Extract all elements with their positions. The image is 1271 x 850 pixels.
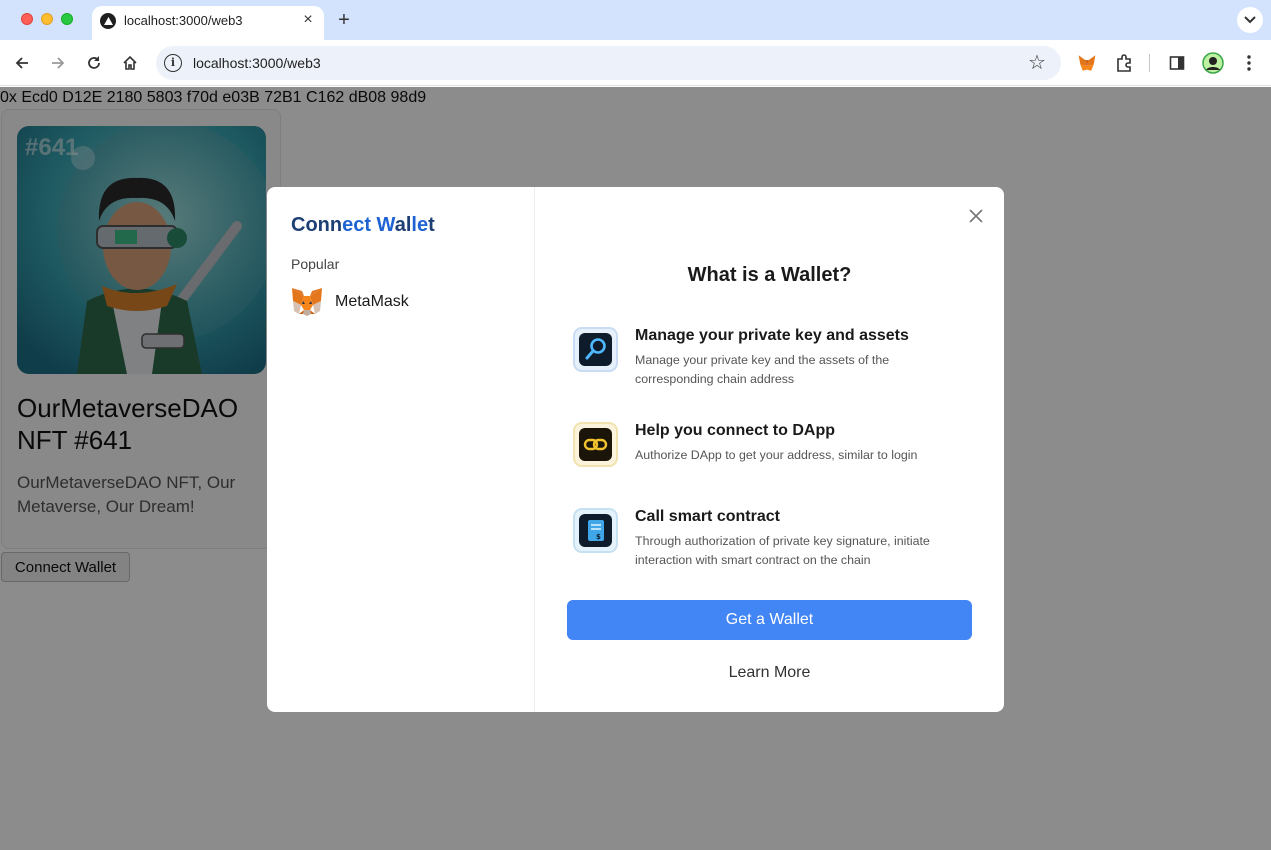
- get-a-wallet-button[interactable]: Get a Wallet: [567, 600, 972, 640]
- browser-tab-bar: localhost:3000/web3 × +: [0, 0, 1271, 40]
- popular-section-label: Popular: [291, 256, 340, 272]
- bookmark-star-icon[interactable]: ☆: [1028, 52, 1046, 74]
- modal-close-button[interactable]: [967, 207, 985, 225]
- key-search-icon: [573, 327, 618, 372]
- url-text[interactable]: localhost:3000/web3: [193, 55, 321, 71]
- wallet-option-label: MetaMask: [335, 293, 409, 310]
- wallet-option-metamask[interactable]: MetaMask: [283, 284, 519, 322]
- feature-title: Manage your private key and assets: [635, 327, 909, 344]
- metamask-extension-icon[interactable]: [1075, 51, 1099, 75]
- nextjs-favicon-icon: [100, 13, 116, 29]
- tab-search-button[interactable]: [1237, 7, 1263, 33]
- svg-text:$: $: [596, 533, 601, 541]
- feature-description: Through authorization of private key sig…: [635, 534, 930, 567]
- feature-description: Authorize DApp to get your address, simi…: [635, 448, 918, 462]
- browser-toolbar: i localhost:3000/web3 ☆: [0, 40, 1271, 86]
- window-zoom-button[interactable]: [61, 13, 73, 25]
- reload-icon: [88, 56, 100, 69]
- window-minimize-button[interactable]: [41, 13, 53, 25]
- forward-button[interactable]: [46, 51, 70, 75]
- arrow-right-icon: [52, 57, 65, 69]
- profile-avatar[interactable]: [1201, 51, 1225, 75]
- site-info-icon[interactable]: i: [164, 54, 182, 72]
- browser-menu-icon[interactable]: [1237, 51, 1261, 75]
- side-panel-icon[interactable]: [1165, 51, 1189, 75]
- reload-button[interactable]: [82, 51, 106, 75]
- home-icon: [123, 55, 137, 70]
- close-icon: [969, 209, 983, 223]
- new-tab-button[interactable]: +: [333, 9, 355, 31]
- extensions-puzzle-icon[interactable]: [1112, 51, 1136, 75]
- home-button[interactable]: [118, 51, 142, 75]
- wallet-info-heading: What is a Wallet?: [687, 264, 852, 286]
- learn-more-link[interactable]: Learn More: [567, 660, 972, 686]
- arrow-left-icon: [15, 57, 28, 69]
- feature-description: Manage your private key and the assets o…: [635, 353, 890, 386]
- address-bar[interactable]: i localhost:3000/web3 ☆: [156, 46, 1061, 80]
- feature-title: Help you connect to DApp: [635, 422, 835, 439]
- tab-title: localhost:3000/web3: [124, 13, 243, 28]
- link-icon: [573, 422, 618, 467]
- chevron-down-icon: [1244, 16, 1256, 24]
- tab-close-icon[interactable]: ×: [299, 11, 317, 29]
- modal-title: Connect Wallet: [291, 214, 435, 236]
- metamask-fox-icon: [291, 287, 323, 317]
- connect-wallet-modal: Connect Wallet Popular MetaMask What is …: [267, 187, 1004, 712]
- browser-tab-active[interactable]: localhost:3000/web3 ×: [92, 6, 324, 40]
- feature-title: Call smart contract: [635, 508, 780, 525]
- window-close-button[interactable]: [21, 13, 33, 25]
- toolbar-separator: [1149, 54, 1150, 72]
- back-button[interactable]: [10, 51, 34, 75]
- wallet-list-panel: Connect Wallet Popular MetaMask: [267, 187, 535, 712]
- contract-icon: $: [573, 508, 618, 553]
